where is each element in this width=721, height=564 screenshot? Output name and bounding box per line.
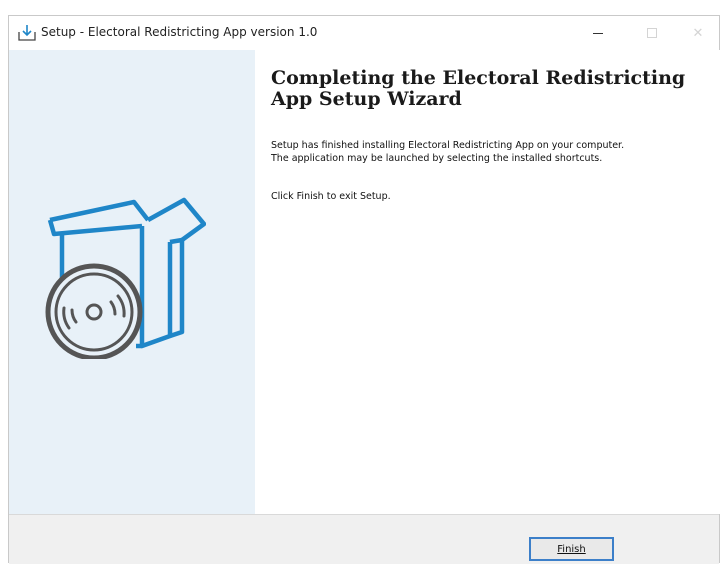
minimize-icon (593, 32, 603, 34)
finish-button[interactable]: Finish (529, 537, 614, 561)
maximize-button[interactable] (629, 16, 675, 50)
software-box-with-disc-icon (45, 197, 206, 359)
title-bar[interactable]: Setup - Electoral Redistricting App vers… (9, 16, 719, 50)
wizard-content: Completing the Electoral Redistricting A… (255, 50, 720, 514)
exit-instructions: Click Finish to exit Setup. (271, 191, 391, 202)
completion-message-line-2: The application may be launched by selec… (271, 153, 603, 164)
installer-icon (18, 25, 36, 41)
finish-button-label: Finish (557, 543, 586, 555)
minimize-button[interactable] (575, 16, 621, 50)
completion-message: Setup has finished installing Electoral … (271, 139, 716, 165)
completion-message-line-1: Setup has finished installing Electoral … (271, 140, 625, 151)
setup-wizard-window: Setup - Electoral Redistricting App vers… (8, 15, 720, 564)
close-button[interactable]: ✕ (675, 16, 721, 50)
close-icon: ✕ (692, 25, 704, 41)
page-title: Completing the Electoral Redistricting A… (271, 68, 711, 110)
maximize-icon (647, 28, 657, 38)
wizard-sidebar (9, 50, 255, 514)
page-title-line-1: Completing the Electoral Redistricting (271, 67, 686, 89)
window-title: Setup - Electoral Redistricting App vers… (41, 25, 318, 39)
wizard-footer: Finish (9, 514, 719, 564)
page-title-line-2: App Setup Wizard (271, 88, 462, 110)
